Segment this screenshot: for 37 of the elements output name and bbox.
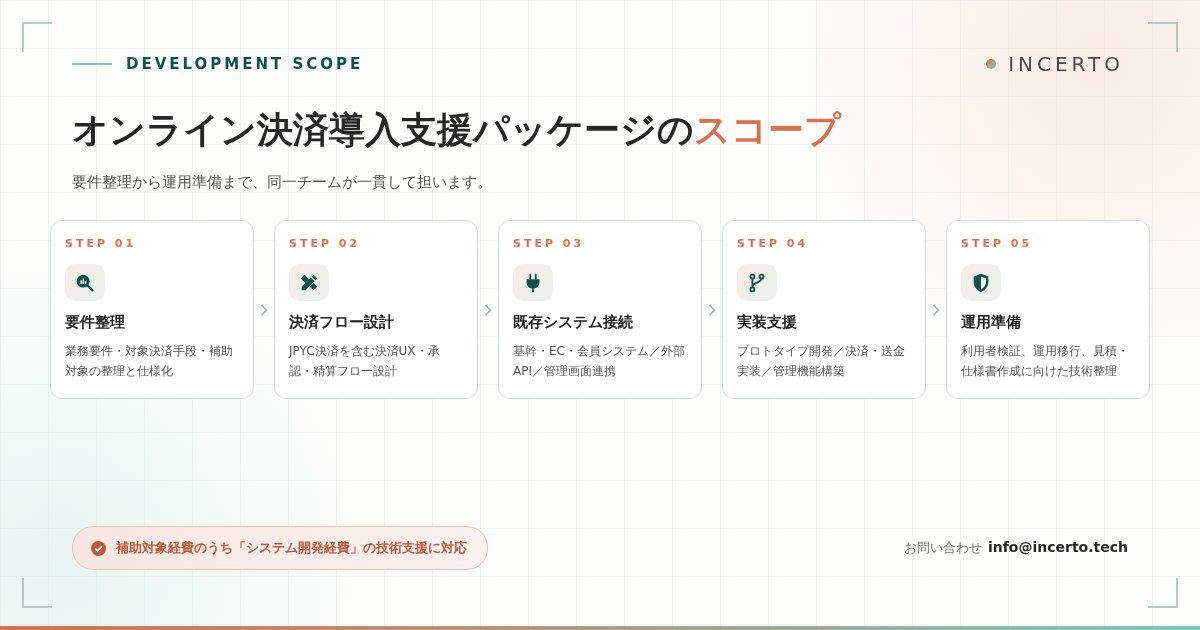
contact-email: info@incerto.tech [987,539,1128,555]
plug-icon [513,264,553,302]
logo-dot-icon [986,59,997,69]
contact-label: お問い合わせ [903,539,982,557]
check-circle-icon [91,540,106,556]
chevron-right-icon [932,303,940,316]
step-title: 実装支援 [737,313,797,333]
step-label: STEP 03 [513,237,585,250]
step-description: 業務要件・対象決済手段・補助対象の整理と仕様化 [65,343,234,381]
subtitle: 要件整理から運用準備まで、同一チームが一貫して担います。 [72,173,493,192]
step-title: 既存システム接続 [513,313,633,333]
chevron-right-icon [708,303,716,316]
brand-logo: INCERTO [1008,52,1124,76]
shield-icon [961,264,1001,302]
chevron-right-icon [260,303,268,316]
corner-bracket [1148,578,1178,608]
step-description: プロトタイプ開発／決済・送金実装／管理機能構築 [737,343,906,381]
chart-search-icon [65,264,105,302]
subsidy-badge: 補助対象経費のうち「システム開発経費」の技術支援に対応 [72,526,488,570]
step-label: STEP 02 [289,237,361,250]
section-eyebrow: DEVELOPMENT SCOPE [126,55,364,73]
corner-bracket [22,578,52,608]
step-description: 基幹・EC・会員システム／外部API／管理画面連携 [513,343,686,381]
corner-bracket [22,22,52,52]
step-title: 決済フロー設計 [289,313,394,333]
page-title: オンライン決済導入支援パッケージのスコープ [72,108,843,152]
pencil-ruler-icon [289,264,329,302]
branch-icon [737,264,777,302]
step-description: JPYC決済を含む決済UX・承認・精算フロー設計 [289,343,441,381]
step-description: 利用者検証、運用移行、見積・仕様書作成に向けた技術整理 [961,343,1130,381]
step-title: 運用準備 [961,313,1021,333]
chevron-right-icon [484,303,492,316]
step-label: STEP 01 [65,237,137,250]
step-label: STEP 04 [737,237,809,250]
step-title: 要件整理 [65,313,125,333]
corner-bracket [1148,22,1178,52]
step-label: STEP 05 [961,237,1033,250]
